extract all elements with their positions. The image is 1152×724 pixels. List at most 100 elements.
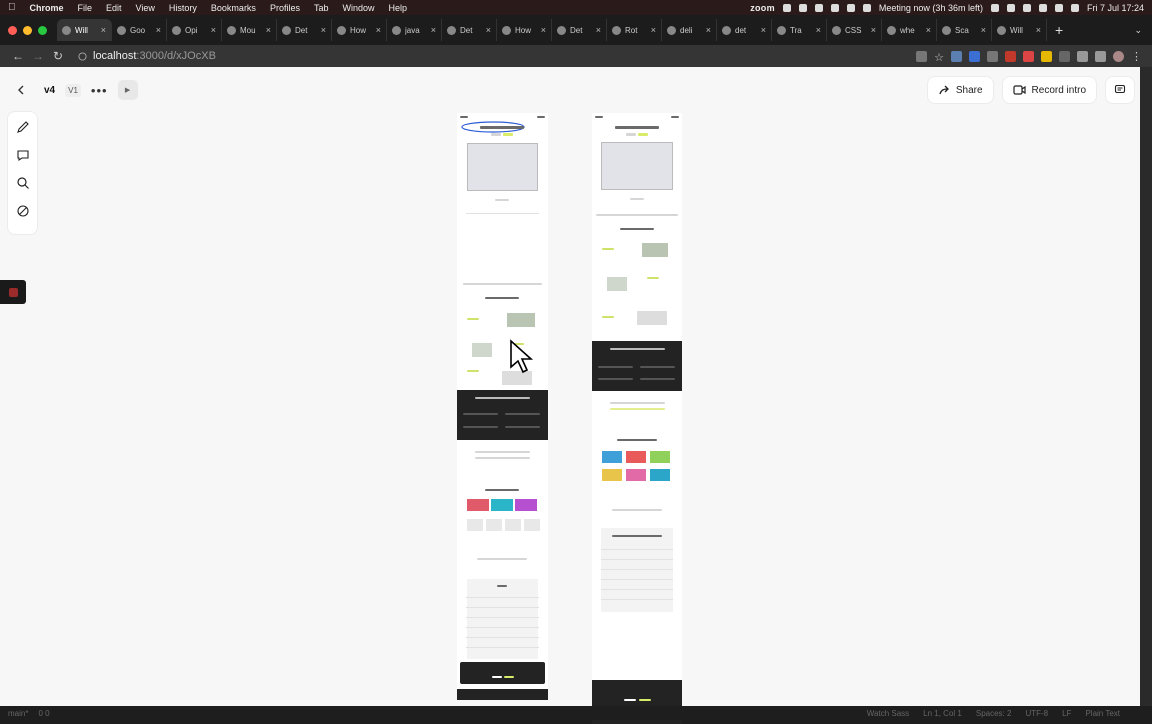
back-nav-icon[interactable]: ← <box>8 49 28 63</box>
reload-icon[interactable]: ↻ <box>48 49 68 63</box>
apple-menu-icon[interactable]:  <box>8 2 16 13</box>
menu-help[interactable]: Help <box>388 3 407 13</box>
tab-close-icon[interactable]: × <box>761 25 766 35</box>
eraser-tool[interactable] <box>15 203 31 219</box>
volume-icon[interactable] <box>1006 3 1015 12</box>
forward-nav-icon[interactable]: → <box>28 49 48 63</box>
lock-icon[interactable] <box>798 3 807 12</box>
extension-icon[interactable] <box>1005 50 1016 62</box>
status-cursor[interactable]: Ln 1, Col 1 <box>923 709 962 718</box>
status-language[interactable]: Plain Text <box>1085 709 1120 718</box>
window-scrollbar[interactable] <box>1140 67 1152 706</box>
share-page-icon[interactable] <box>916 50 928 62</box>
status-encoding[interactable]: UTF-8 <box>1025 709 1048 718</box>
more-options-button[interactable]: ••• <box>91 83 108 98</box>
tab-close-icon[interactable]: × <box>541 25 546 35</box>
status-eol[interactable]: LF <box>1062 709 1071 718</box>
tab-close-icon[interactable]: × <box>596 25 601 35</box>
minimize-window-button[interactable] <box>23 25 32 35</box>
url-field[interactable]: localhost:3000/d/xJOcXB <box>78 50 216 62</box>
tab-close-icon[interactable]: × <box>651 25 656 35</box>
browser-tab[interactable]: Opi × <box>167 19 222 41</box>
new-tab-button[interactable]: + <box>1055 22 1063 38</box>
extension-icon[interactable] <box>951 50 962 62</box>
browser-tab[interactable]: java × <box>387 19 442 41</box>
menu-tab[interactable]: Tab <box>314 3 329 13</box>
extensions-puzzle-icon[interactable] <box>1077 50 1088 62</box>
tab-close-icon[interactable]: × <box>376 25 381 35</box>
status-icon[interactable] <box>814 3 823 12</box>
browser-tab[interactable]: Det × <box>442 19 497 41</box>
menu-view[interactable]: View <box>136 3 155 13</box>
extension-icon[interactable] <box>969 50 980 62</box>
menu-profiles[interactable]: Profiles <box>270 3 300 13</box>
tab-close-icon[interactable]: × <box>871 25 876 35</box>
version-label[interactable]: v4 <box>44 85 55 96</box>
tab-close-icon[interactable]: × <box>706 25 711 35</box>
browser-tab[interactable]: whe × <box>882 19 937 41</box>
bookmark-star-icon[interactable]: ☆ <box>934 51 944 64</box>
gear-icon[interactable] <box>846 3 855 12</box>
profile-avatar[interactable] <box>1113 50 1124 62</box>
tab-close-icon[interactable]: × <box>431 25 436 35</box>
browser-tab[interactable]: Det × <box>277 19 332 41</box>
browser-tab[interactable]: Rot × <box>607 19 662 41</box>
play-button[interactable]: ▶ <box>117 80 138 100</box>
extension-icon[interactable] <box>1023 50 1034 62</box>
status-watch-sass[interactable]: Watch Sass <box>867 709 909 718</box>
extension-icon[interactable] <box>987 50 998 62</box>
tab-close-icon[interactable]: × <box>926 25 931 35</box>
page-thumbnail-right[interactable] <box>592 113 682 724</box>
zoom-status[interactable]: zoom <box>750 3 775 13</box>
browser-tab[interactable]: CSS × <box>827 19 882 41</box>
status-icon[interactable] <box>1022 3 1031 12</box>
record-intro-button[interactable]: Record intro <box>1002 77 1096 103</box>
tab-close-icon[interactable]: × <box>321 25 326 35</box>
browser-tab[interactable]: How × <box>497 19 552 41</box>
tab-close-icon[interactable]: × <box>1036 25 1041 35</box>
comments-button[interactable] <box>1106 77 1134 103</box>
back-button[interactable] <box>8 77 34 103</box>
menu-history[interactable]: History <box>169 3 197 13</box>
zoom-window-button[interactable] <box>38 25 47 35</box>
browser-tab[interactable]: Tra × <box>772 19 827 41</box>
status-icon[interactable] <box>830 3 839 12</box>
battery-icon[interactable] <box>1054 3 1063 12</box>
share-button[interactable]: Share <box>927 77 993 103</box>
zoom-tool[interactable] <box>15 175 31 191</box>
browser-tab[interactable]: Will × <box>992 19 1047 41</box>
site-info-icon[interactable] <box>78 51 87 61</box>
status-icon[interactable] <box>782 3 791 12</box>
control-center-icon[interactable] <box>1070 3 1079 12</box>
browser-tab[interactable]: Will × <box>57 19 112 41</box>
git-branch[interactable]: main* <box>8 709 28 718</box>
browser-menu-icon[interactable]: ⋮ <box>1131 50 1142 63</box>
menu-window[interactable]: Window <box>342 3 374 13</box>
tab-close-icon[interactable]: × <box>156 25 161 35</box>
tab-close-icon[interactable]: × <box>486 25 491 35</box>
search-icon[interactable] <box>1038 3 1047 12</box>
browser-tab[interactable]: Sca × <box>937 19 992 41</box>
extension-icon[interactable] <box>1041 50 1052 62</box>
tab-close-icon[interactable]: × <box>101 25 106 35</box>
menu-file[interactable]: File <box>78 3 93 13</box>
meeting-status[interactable]: Meeting now (3h 36m left) <box>879 3 983 13</box>
tab-search-icon[interactable]: ⌄ <box>1134 25 1142 36</box>
clock[interactable]: Fri 7 Jul 17:24 <box>1087 3 1144 13</box>
tab-close-icon[interactable]: × <box>266 25 271 35</box>
browser-tab[interactable]: How × <box>332 19 387 41</box>
recording-indicator[interactable] <box>0 280 26 304</box>
tab-close-icon[interactable]: × <box>816 25 821 35</box>
browser-tab[interactable]: det × <box>717 19 772 41</box>
tab-close-icon[interactable]: × <box>981 25 986 35</box>
page-thumbnail-left[interactable] <box>457 113 548 700</box>
browser-tab[interactable]: Mou × <box>222 19 277 41</box>
sidebar-icon[interactable] <box>1095 50 1106 62</box>
comment-tool[interactable] <box>15 147 31 163</box>
browser-tab[interactable]: Det × <box>552 19 607 41</box>
extension-icon[interactable] <box>1059 50 1070 62</box>
wifi-icon[interactable] <box>990 3 999 12</box>
close-window-button[interactable] <box>8 25 17 35</box>
menu-bookmarks[interactable]: Bookmarks <box>211 3 256 13</box>
problems-count[interactable]: 0 0 <box>38 709 49 718</box>
